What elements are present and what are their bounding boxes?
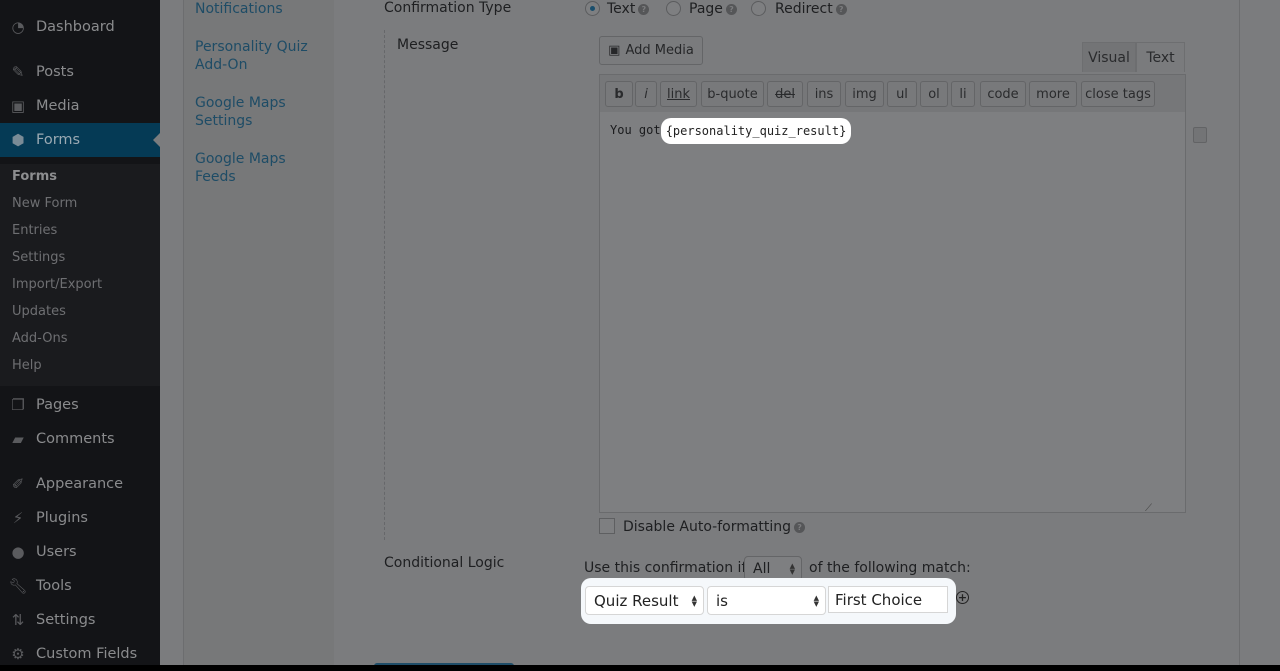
menu-appearance[interactable]: ✐ Appearance xyxy=(0,467,160,501)
brush-icon: ✐ xyxy=(11,475,25,493)
admin-sidebar: ◔ Dashboard ✎ Posts ▣ Media ⬢ Forms Forms Ne… xyxy=(0,0,160,665)
submenu-add-ons[interactable]: Add-Ons xyxy=(12,331,67,346)
menu-comments[interactable]: ▰ Comments xyxy=(0,422,160,456)
settings-icon: ⇅ xyxy=(11,611,25,629)
select-arrows-icon: ▲ ▼ xyxy=(691,594,697,608)
comment-icon: ▰ xyxy=(12,430,24,448)
radio-text[interactable] xyxy=(585,1,600,16)
radio-redirect[interactable] xyxy=(751,1,766,16)
submenu-new-form[interactable]: New Form xyxy=(12,196,77,211)
qt-more[interactable]: more xyxy=(1029,81,1077,107)
qt-ul[interactable]: ul xyxy=(887,81,917,107)
select-arrows-icon: ▲ ▼ xyxy=(813,594,819,608)
tab-text[interactable]: Text xyxy=(1136,42,1185,72)
divider xyxy=(384,30,385,540)
submenu-import-export[interactable]: Import/Export xyxy=(12,277,102,292)
subnav-google-maps-settings[interactable]: Google Maps Settings xyxy=(195,94,330,130)
submenu-entries[interactable]: Entries xyxy=(12,223,57,238)
resize-handle[interactable]: ⟋ xyxy=(1145,503,1152,514)
add-rule-icon[interactable]: + xyxy=(956,591,969,604)
menu-settings[interactable]: ⇅ Settings xyxy=(0,603,160,637)
radio-text-label: Text? xyxy=(607,1,650,17)
submenu-settings[interactable]: Settings xyxy=(12,250,65,265)
dashboard-icon: ◔ xyxy=(11,18,25,36)
qt-close-tags[interactable]: close tags xyxy=(1081,81,1155,107)
pages-icon: ❐ xyxy=(11,396,25,414)
subnav-personality-quiz[interactable]: Personality Quiz Add-On xyxy=(195,38,330,74)
help-icon[interactable]: ? xyxy=(638,3,650,15)
menu-dashboard[interactable]: ◔ Dashboard xyxy=(0,10,160,44)
menu-media[interactable]: ▣ Media xyxy=(0,89,160,123)
conditional-prefix: Use this confirmation if xyxy=(584,560,747,576)
pin-icon: ✎ xyxy=(11,63,25,81)
menu-posts[interactable]: ✎ Posts xyxy=(0,55,160,89)
rule-field-select[interactable]: Quiz Result ▲ ▼ xyxy=(585,586,704,615)
active-indicator xyxy=(153,133,160,147)
media-icon: ▣ xyxy=(10,97,26,115)
qt-bquote[interactable]: b-quote xyxy=(701,81,764,107)
message-label: Message xyxy=(397,37,459,53)
forms-submenu: Forms New Form Entries Settings Import/E… xyxy=(0,164,160,386)
menu-tools[interactable]: 🔧︎ Tools xyxy=(0,569,160,603)
qt-italic[interactable]: i xyxy=(635,81,657,107)
submenu-updates[interactable]: Updates xyxy=(12,304,66,319)
forms-icon: ⬢ xyxy=(11,131,25,149)
form-settings-nav: Notifications Personality Quiz Add-On Go… xyxy=(183,0,335,665)
radio-redirect-label: Redirect? xyxy=(775,1,847,17)
subnav-notifications[interactable]: Notifications xyxy=(195,0,330,18)
help-icon[interactable]: ? xyxy=(835,3,847,15)
merge-tag-highlight: {personality_quiz_result} xyxy=(661,118,851,144)
quicktags-toolbar: b i link b-quote del ins img ul ol li co… xyxy=(599,74,1186,113)
disable-autoformat-checkbox[interactable] xyxy=(599,518,615,534)
user-icon: ● xyxy=(11,543,25,561)
menu-forms[interactable]: ⬢ Forms xyxy=(0,123,160,157)
submenu-forms[interactable]: Forms xyxy=(12,169,57,184)
message-textarea[interactable] xyxy=(599,112,1186,513)
message-content: You got xyxy=(610,123,661,137)
media-icon: ▣ xyxy=(608,43,621,58)
radio-page[interactable] xyxy=(666,1,681,16)
qt-img[interactable]: img xyxy=(845,81,884,107)
qt-ol[interactable]: ol xyxy=(920,81,948,107)
rule-operator-select[interactable]: is ▲ ▼ xyxy=(707,586,826,615)
menu-pages[interactable]: ❐ Pages xyxy=(0,388,160,422)
submenu-help[interactable]: Help xyxy=(12,358,42,373)
qt-link[interactable]: link xyxy=(660,81,697,107)
menu-users[interactable]: ● Users xyxy=(0,535,160,569)
add-media-button[interactable]: ▣ Add Media xyxy=(599,36,703,65)
help-icon[interactable]: ? xyxy=(794,521,806,533)
rule-value-input[interactable]: First Choice xyxy=(828,586,948,613)
select-arrows-icon: ▲ ▼ xyxy=(789,562,795,576)
confirmation-type-label: Confirmation Type xyxy=(384,0,512,16)
conditional-logic-label: Conditional Logic xyxy=(384,555,505,571)
bottom-edge xyxy=(0,665,1280,671)
plugin-icon: ⚡ xyxy=(12,509,24,527)
conditional-suffix: of the following match: xyxy=(809,560,971,576)
qt-ins[interactable]: ins xyxy=(807,81,841,107)
qt-del[interactable]: del xyxy=(767,81,803,107)
radio-page-label: Page? xyxy=(689,1,737,17)
qt-bold[interactable]: b xyxy=(605,81,633,107)
menu-plugins[interactable]: ⚡ Plugins xyxy=(0,501,160,535)
subnav-google-maps-feeds[interactable]: Google Maps Feeds xyxy=(195,150,330,186)
disable-autoformat-label: Disable Auto-formatting? xyxy=(623,519,806,535)
tab-visual[interactable]: Visual xyxy=(1082,42,1136,72)
wrench-icon: 🔧︎ xyxy=(8,577,28,595)
gear-icon: ⚙ xyxy=(11,645,25,663)
merge-tag-selector-icon[interactable] xyxy=(1193,127,1207,143)
qt-code[interactable]: code xyxy=(980,81,1026,107)
help-icon[interactable]: ? xyxy=(725,3,737,15)
qt-li[interactable]: li xyxy=(951,81,975,107)
